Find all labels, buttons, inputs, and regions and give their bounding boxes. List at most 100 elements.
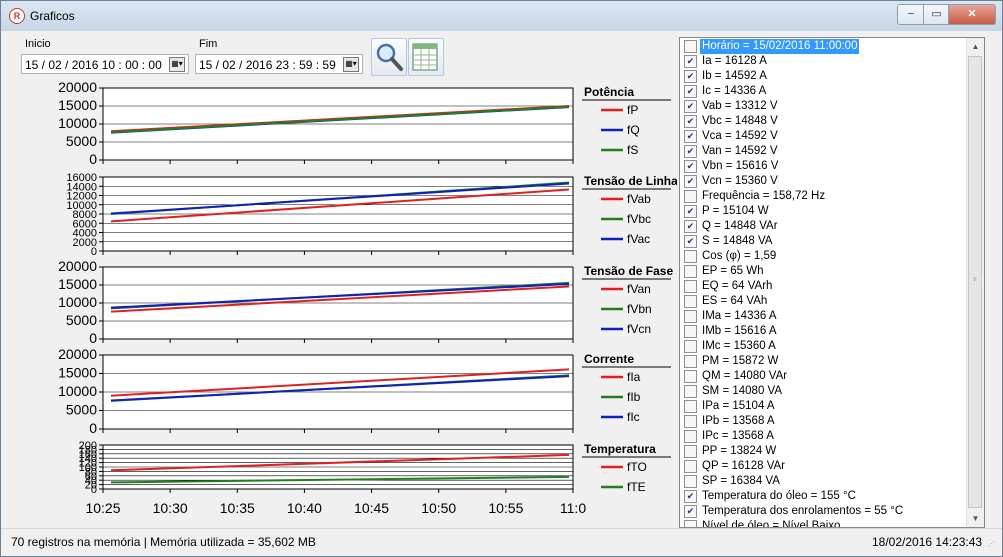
checkbox-unchecked-icon[interactable] bbox=[684, 190, 697, 203]
checklist-item[interactable]: ✔ Vcn = 15360 V bbox=[680, 174, 965, 189]
checklist-item-label: P = 15104 W bbox=[702, 205, 769, 217]
checkbox-unchecked-icon[interactable] bbox=[684, 520, 697, 527]
checklist-item[interactable]: ✔ Vbc = 14848 V bbox=[680, 114, 965, 129]
y-tick-label: 5000 bbox=[66, 312, 97, 328]
checklist-item[interactable]: ✔ Ib = 14592 A bbox=[680, 69, 965, 84]
checkbox-unchecked-icon[interactable] bbox=[684, 415, 697, 428]
checklist-item-label: S = 14848 VA bbox=[702, 235, 773, 247]
checkbox-unchecked-icon[interactable] bbox=[684, 475, 697, 488]
checkbox-checked-icon[interactable]: ✔ bbox=[684, 205, 697, 218]
checklist-item[interactable]: EQ = 64 VArh bbox=[680, 279, 965, 294]
checkbox-checked-icon[interactable]: ✔ bbox=[684, 175, 697, 188]
resize-grip-icon[interactable]: ⋰ bbox=[988, 541, 998, 553]
checklist-item-label: Ic = 14336 A bbox=[702, 85, 767, 97]
checkbox-checked-icon[interactable]: ✔ bbox=[684, 505, 697, 518]
checklist-item[interactable]: QM = 14080 VAr bbox=[680, 369, 965, 384]
checkbox-unchecked-icon[interactable] bbox=[684, 460, 697, 473]
checklist-item-label: Horário = 15/02/2016 11:00:00 bbox=[700, 39, 860, 54]
checkbox-unchecked-icon[interactable] bbox=[684, 400, 697, 413]
checklist-item[interactable]: IMa = 14336 A bbox=[680, 309, 965, 324]
checkbox-unchecked-icon[interactable] bbox=[684, 310, 697, 323]
checklist-item[interactable]: Frequência = 158,72 Hz bbox=[680, 189, 965, 204]
minimize-button[interactable]: − bbox=[897, 4, 925, 25]
checkbox-unchecked-icon[interactable] bbox=[684, 295, 697, 308]
y-tick-label: 0 bbox=[89, 330, 97, 346]
checklist-item[interactable]: ✔ Q = 14848 VAr bbox=[680, 219, 965, 234]
checklist-item[interactable]: ✔ Van = 14592 V bbox=[680, 144, 965, 159]
checklist-item[interactable]: ✔ Ic = 14336 A bbox=[680, 84, 965, 99]
x-tick-label: 11:0 bbox=[560, 500, 586, 516]
checkbox-unchecked-icon[interactable] bbox=[684, 340, 697, 353]
checklist-item[interactable]: Nível de óleo = Nível Baixo bbox=[680, 519, 965, 527]
checklist-item-label: QM = 14080 VAr bbox=[702, 370, 788, 382]
checklist-item[interactable]: IPc = 13568 A bbox=[680, 429, 965, 444]
checklist-item[interactable]: PM = 15872 W bbox=[680, 354, 965, 369]
checklist-item[interactable]: SM = 14080 VA bbox=[680, 384, 965, 399]
checklist-item[interactable]: Horário = 15/02/2016 11:00:00 bbox=[680, 39, 965, 54]
checklist-item-label: IMa = 14336 A bbox=[702, 310, 777, 322]
checklist-item[interactable]: IPb = 13568 A bbox=[680, 414, 965, 429]
checklist-item[interactable]: ES = 64 VAh bbox=[680, 294, 965, 309]
checklist-item[interactable]: ✔ P = 15104 W bbox=[680, 204, 965, 219]
checklist-item-label: Vab = 13312 V bbox=[702, 100, 778, 112]
checkbox-checked-icon[interactable]: ✔ bbox=[684, 130, 697, 143]
checklist-item-label: PP = 13824 W bbox=[702, 445, 777, 457]
variables-checklist[interactable]: Horário = 15/02/2016 11:00:00 ✔ Ia = 16128… bbox=[679, 37, 985, 528]
checkbox-checked-icon[interactable]: ✔ bbox=[684, 160, 697, 173]
y-tick-label: 15000 bbox=[58, 365, 97, 381]
checkbox-checked-icon[interactable]: ✔ bbox=[684, 100, 697, 113]
checkbox-unchecked-icon[interactable] bbox=[684, 355, 697, 368]
checkbox-unchecked-icon[interactable] bbox=[684, 250, 697, 263]
checkbox-unchecked-icon[interactable] bbox=[684, 445, 697, 458]
y-tick-label: 0 bbox=[89, 151, 97, 167]
checkbox-unchecked-icon[interactable] bbox=[684, 385, 697, 398]
checklist-item[interactable]: Cos (φ) = 1,59 bbox=[680, 249, 965, 264]
grip-icon: ≡ bbox=[973, 277, 977, 283]
checklist-item[interactable]: EP = 65 Wh bbox=[680, 264, 965, 279]
checklist-item-label: Ia = 16128 A bbox=[702, 55, 767, 67]
scroll-thumb[interactable]: ≡ bbox=[968, 56, 982, 508]
vertical-scrollbar[interactable]: ▲ ≡ ▼ bbox=[966, 38, 984, 527]
checklist-item-label: Q = 14848 VAr bbox=[702, 220, 778, 232]
checklist-item[interactable]: ✔ Ia = 16128 A bbox=[680, 54, 965, 69]
checklist-item[interactable]: PP = 13824 W bbox=[680, 444, 965, 459]
legend-label: fIa bbox=[627, 370, 641, 384]
checklist-item-label: IMc = 15360 A bbox=[702, 340, 776, 352]
checklist-item[interactable]: ✔ Temperatura do óleo = 155 °C bbox=[680, 489, 965, 504]
checklist-item[interactable]: ✔ Temperatura dos enrolamentos = 55 °C bbox=[680, 504, 965, 519]
checkbox-checked-icon[interactable]: ✔ bbox=[684, 70, 697, 83]
checkbox-unchecked-icon[interactable] bbox=[684, 370, 697, 383]
y-tick-label: 0 bbox=[89, 420, 97, 436]
checkbox-checked-icon[interactable]: ✔ bbox=[684, 55, 697, 68]
checklist-item-label: IPc = 13568 A bbox=[702, 430, 774, 442]
checklist-item[interactable]: QP = 16128 VAr bbox=[680, 459, 965, 474]
scroll-down-icon[interactable]: ▼ bbox=[967, 510, 984, 527]
maximize-button[interactable]: ▭ bbox=[923, 4, 950, 25]
checklist-item[interactable]: ✔ Vca = 14592 V bbox=[680, 129, 965, 144]
checkbox-checked-icon[interactable]: ✔ bbox=[684, 85, 697, 98]
checkbox-unchecked-icon[interactable] bbox=[684, 325, 697, 338]
checklist-item-label: Frequência = 158,72 Hz bbox=[702, 190, 826, 202]
checkbox-checked-icon[interactable]: ✔ bbox=[684, 115, 697, 128]
checkbox-unchecked-icon[interactable] bbox=[684, 265, 697, 278]
checklist-item-label: Vbn = 15616 V bbox=[702, 160, 779, 172]
checkbox-checked-icon[interactable]: ✔ bbox=[684, 235, 697, 248]
checklist-item[interactable]: IMb = 15616 A bbox=[680, 324, 965, 339]
checklist-item[interactable]: ✔ Vab = 13312 V bbox=[680, 99, 965, 114]
close-button[interactable]: ✕ bbox=[948, 4, 996, 25]
checkbox-unchecked-icon[interactable] bbox=[684, 280, 697, 293]
checklist-item[interactable]: IPa = 15104 A bbox=[680, 399, 965, 414]
checklist-item[interactable]: ✔ Vbn = 15616 V bbox=[680, 159, 965, 174]
checklist-item[interactable]: SP = 16384 VA bbox=[680, 474, 965, 489]
checkbox-unchecked-icon[interactable] bbox=[684, 430, 697, 443]
checklist-item-label: Van = 14592 V bbox=[702, 145, 778, 157]
checklist-item[interactable]: IMc = 15360 A bbox=[680, 339, 965, 354]
checkbox-checked-icon[interactable]: ✔ bbox=[684, 145, 697, 158]
checkbox-unchecked-icon[interactable] bbox=[684, 40, 697, 53]
memory-status: 70 registros na memória | Memória utiliz… bbox=[11, 535, 316, 549]
checkbox-checked-icon[interactable]: ✔ bbox=[684, 220, 697, 233]
legend-label: fVac bbox=[627, 232, 650, 246]
checklist-item[interactable]: ✔ S = 14848 VA bbox=[680, 234, 965, 249]
checkbox-checked-icon[interactable]: ✔ bbox=[684, 490, 697, 503]
scroll-up-icon[interactable]: ▲ bbox=[967, 38, 984, 55]
